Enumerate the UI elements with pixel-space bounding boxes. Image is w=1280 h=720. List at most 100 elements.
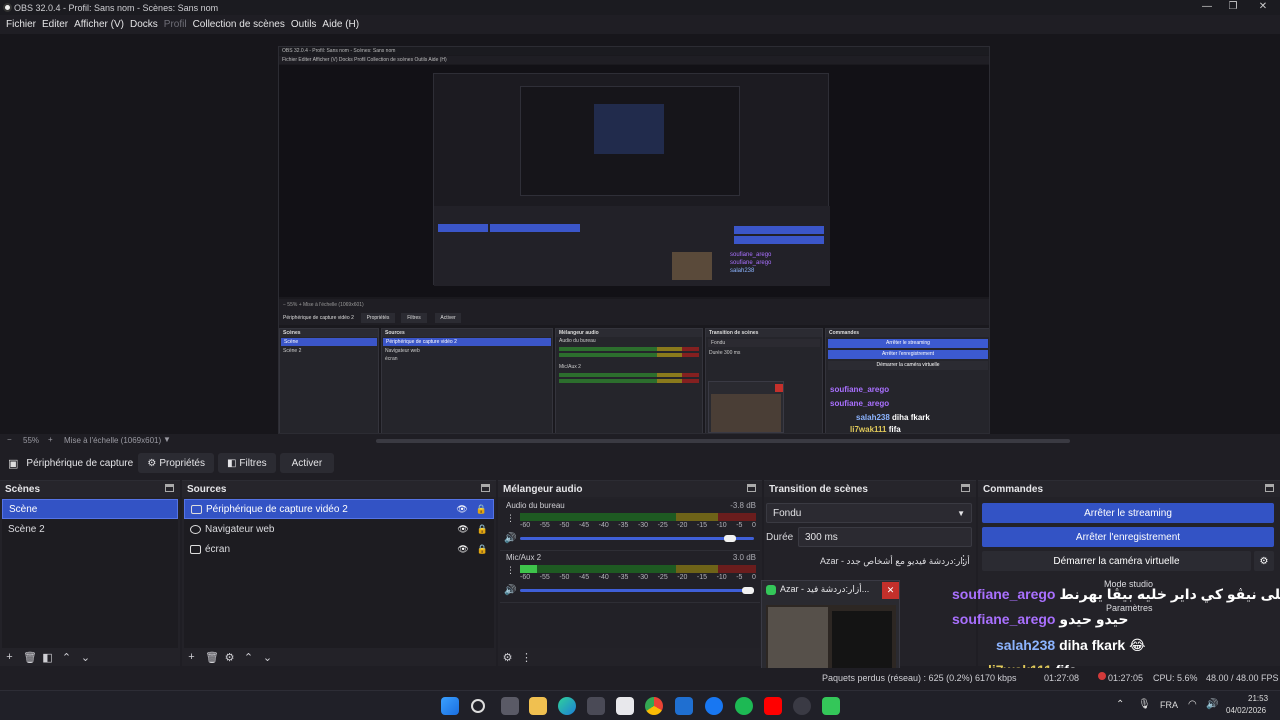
dock-menu-icon[interactable]: [1265, 484, 1274, 492]
mixer-menu-icon[interactable]: ⋮: [521, 651, 532, 664]
speaker-icon[interactable]: 🔊: [504, 533, 516, 544]
dock-menu-icon[interactable]: [481, 484, 490, 492]
meter-tick-label: -15: [696, 574, 708, 581]
menu-profil[interactable]: Profil: [164, 19, 187, 30]
menu-editer[interactable]: Editer: [42, 19, 68, 30]
dock-menu-icon[interactable]: [165, 484, 174, 492]
edge-icon[interactable]: [558, 697, 576, 715]
azar-popup-window[interactable]: Azar - أزار:دردشة فيد... ✕: [761, 580, 900, 676]
sources-list: Périphérique de capture vidéo 2 👁 🔒 Navig…: [184, 499, 494, 648]
clock-date[interactable]: 04/02/2026: [1226, 706, 1266, 715]
start-virtual-camera-button[interactable]: Démarrer la caméra virtuelle: [982, 551, 1251, 571]
microphone-icon[interactable]: 🎙: [1138, 699, 1151, 710]
chrome-icon[interactable]: [645, 697, 663, 715]
volume-slider[interactable]: [520, 535, 754, 542]
volume-slider-handle[interactable]: [742, 587, 754, 594]
transition-menu-icon[interactable]: ⋮: [958, 553, 969, 566]
menu-collection[interactable]: Collection de scènes: [193, 19, 285, 30]
scene-item[interactable]: Scène 2: [2, 519, 178, 539]
language-indicator[interactable]: FRA: [1160, 700, 1178, 710]
eye-icon[interactable]: 👁: [457, 544, 468, 555]
clock-time[interactable]: 21:53: [1248, 694, 1268, 703]
lock-icon[interactable]: 🔒: [476, 504, 487, 515]
add-source-icon[interactable]: +: [186, 651, 197, 663]
scale-mode-label[interactable]: Mise à l'échelle (1069x601): [64, 436, 161, 445]
zoom-out-button[interactable]: −: [7, 435, 12, 444]
close-icon[interactable]: ✕: [882, 582, 899, 599]
move-down-icon[interactable]: ⌄: [80, 651, 91, 664]
stop-recording-button[interactable]: Arrêter l'enregistrement: [982, 527, 1274, 547]
filters-button[interactable]: ◧ Filtres: [217, 453, 276, 473]
activate-button[interactable]: Activer: [279, 453, 335, 473]
meter-tick-label: -25: [657, 574, 668, 581]
obs-taskbar-icon[interactable]: [793, 697, 811, 715]
stop-streaming-button[interactable]: Arrêter le streaming: [982, 503, 1274, 523]
zoom-in-button[interactable]: +: [48, 435, 53, 444]
menu-outils[interactable]: Outils: [291, 19, 317, 30]
meter-tick-label: -45: [578, 522, 590, 529]
eye-icon[interactable]: 👁: [457, 524, 468, 535]
youtube-icon[interactable]: [764, 697, 782, 715]
scene-filters-icon[interactable]: ◧: [42, 651, 53, 664]
menu-fichier[interactable]: Fichier: [6, 19, 36, 30]
audio-settings-icon[interactable]: ⚙: [502, 651, 513, 664]
wifi-icon[interactable]: ◠: [1188, 699, 1197, 710]
search-icon[interactable]: [471, 699, 485, 713]
volume-icon[interactable]: 🔊: [1206, 699, 1218, 710]
volume-slider-handle[interactable]: [724, 535, 736, 542]
azar-taskbar-icon[interactable]: [822, 697, 840, 715]
add-scene-icon[interactable]: +: [4, 651, 15, 663]
task-view-icon[interactable]: [501, 697, 519, 715]
remove-scene-icon[interactable]: 🗑: [23, 651, 37, 664]
volume-slider[interactable]: [520, 587, 754, 594]
move-up-icon[interactable]: ⌃: [61, 651, 72, 664]
remove-source-icon[interactable]: 🗑: [205, 651, 219, 664]
obs-logo-icon: [3, 3, 12, 12]
menu-aide[interactable]: Aide (H): [322, 19, 359, 30]
lock-icon[interactable]: 🔒: [477, 544, 488, 555]
source-item[interactable]: écran 👁 🔒: [184, 539, 494, 559]
window-title: OBS 32.0.4 - Profil: Sans nom - Scènes: …: [14, 2, 219, 13]
facebook-icon[interactable]: [705, 697, 723, 715]
menu-docks[interactable]: Docks: [130, 19, 158, 30]
transition-type-select[interactable]: Fondu ▼: [766, 503, 972, 523]
globe-icon: [190, 524, 201, 534]
channel-menu-icon[interactable]: ⋮: [506, 513, 515, 524]
meter-ticks: -60 -55 -50 -45 -40 -35 -30 -25 -20 -15 -10 -5 0: [520, 522, 756, 529]
dropped-frames: Paquets perdus (réseau) : 625 (0.2%): [822, 673, 973, 683]
move-down-icon[interactable]: ⌄: [262, 651, 273, 664]
scale-dropdown-icon[interactable]: ▼: [163, 435, 171, 444]
meter-tick-label: -35: [618, 574, 629, 581]
spotify-icon[interactable]: [735, 697, 753, 715]
preview-scrollbar[interactable]: [376, 439, 1070, 443]
file-explorer-icon[interactable]: [529, 697, 547, 715]
virtual-camera-settings-icon[interactable]: ⚙: [1254, 551, 1274, 571]
properties-button[interactable]: ⚙ Propriétés: [138, 453, 214, 473]
source-settings-icon[interactable]: ⚙: [224, 651, 235, 664]
nested-mixer: Mélangeur audio Audio du bureau Mic/Aux …: [555, 328, 703, 433]
close-window-button[interactable]: ✕: [1246, 0, 1280, 15]
dock-menu-icon[interactable]: [747, 484, 756, 492]
sources-title: Sources: [187, 483, 227, 495]
store-icon[interactable]: [587, 697, 605, 715]
speaker-icon[interactable]: 🔊: [504, 585, 516, 596]
dock-menu-icon[interactable]: [961, 484, 970, 492]
duration-input[interactable]: 300 ms: [798, 527, 972, 547]
menu-afficher[interactable]: Afficher (V): [74, 19, 124, 30]
source-item[interactable]: Périphérique de capture vidéo 2 👁 🔒: [184, 499, 494, 519]
app-icon[interactable]: [616, 697, 634, 715]
scene-item[interactable]: Scène: [2, 499, 178, 519]
eye-icon[interactable]: 👁: [456, 504, 467, 515]
maximize-button[interactable]: ❐: [1216, 0, 1250, 15]
nested-scenes: Scènes Scène Scène 2: [279, 328, 379, 433]
mail-icon[interactable]: [675, 697, 693, 715]
stream-time: 01:27:05: [1108, 673, 1144, 683]
source-item[interactable]: Navigateur web 👁 🔒: [184, 519, 494, 539]
move-up-icon[interactable]: ⌃: [243, 651, 254, 664]
chevron-up-icon[interactable]: ⌃: [1116, 699, 1124, 710]
start-icon[interactable]: [441, 697, 459, 715]
channel-menu-icon[interactable]: ⋮: [506, 565, 515, 576]
lock-icon[interactable]: 🔒: [477, 524, 488, 535]
preview-area[interactable]: OBS 32.0.4 - Profil: Sans nom - Scènes: …: [0, 34, 1280, 434]
mixer-title: Mélangeur audio: [503, 483, 583, 495]
